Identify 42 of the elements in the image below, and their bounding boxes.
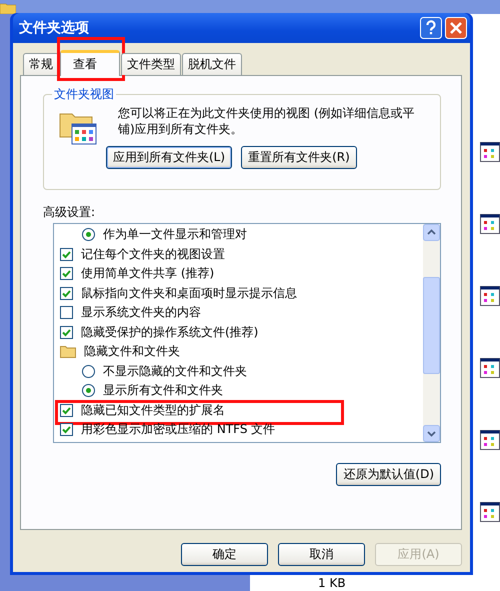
checkbox[interactable] [60,248,73,261]
group-title: 文件夹视图 [52,86,116,103]
setting-label: 显示系统文件夹的内容 [81,304,201,322]
scroll-up-icon[interactable] [423,224,440,241]
checkbox[interactable] [60,404,73,417]
restore-defaults-button[interactable]: 还原为默认值(D) [336,463,441,486]
close-icon[interactable] [445,17,467,39]
checkbox[interactable] [60,267,73,280]
checkbox[interactable] [60,306,73,320]
dialog-button[interactable]: 确定 [181,543,268,566]
setting-label: 使用简单文件共享 (推荐) [81,265,214,282]
radio-button[interactable] [82,384,95,398]
file-size-text: 1 KB [318,576,346,590]
setting-label: 作为单一文件显示和管理对 [103,226,247,244]
tab[interactable]: 脱机文件 [182,53,242,75]
setting-label: 隐藏已知文件类型的扩展名 [81,402,225,419]
setting-label: 隐藏受保护的操作系统文件(推荐) [81,324,258,341]
scrollbar[interactable] [423,224,440,442]
folder-view-button[interactable]: 应用到所有文件夹(L) [106,146,232,169]
description-text: 您可以将正在为此文件夹使用的视图 (例如详细信息或平铺)应用到所有文件夹。 [118,105,416,137]
setting-label: 不显示隐藏的文件和文件夹 [103,362,247,380]
setting-label: 记住每个文件夹的视图设置 [81,246,225,263]
setting-label: 用彩色显示加密或压缩的 NTFS 文件 [81,421,276,438]
tab[interactable]: 文件类型 [121,53,181,75]
scroll-down-icon[interactable] [423,425,440,442]
setting-label: 显示所有文件和文件夹 [103,382,223,400]
radio-button[interactable] [82,228,95,242]
tab[interactable]: 查看 [60,50,120,76]
scroll-thumb[interactable] [423,277,440,374]
setting-label: 鼠标指向文件夹和桌面项时显示提示信息 [81,284,297,302]
folder-icon [60,345,76,358]
checkbox[interactable] [60,423,73,436]
tab[interactable]: 常规 [23,53,59,75]
folder-view-button[interactable]: 重置所有文件夹(R) [241,146,357,169]
checkbox[interactable] [60,326,73,339]
checkbox[interactable] [60,286,73,300]
setting-group-label: 隐藏文件和文件夹 [84,343,180,360]
dialog-button[interactable]: 取消 [278,543,365,566]
window-title: 文件夹选项 [19,19,89,37]
section-label: 高级设置: [43,204,96,221]
help-icon[interactable] [420,17,442,39]
radio-button[interactable] [82,364,95,378]
